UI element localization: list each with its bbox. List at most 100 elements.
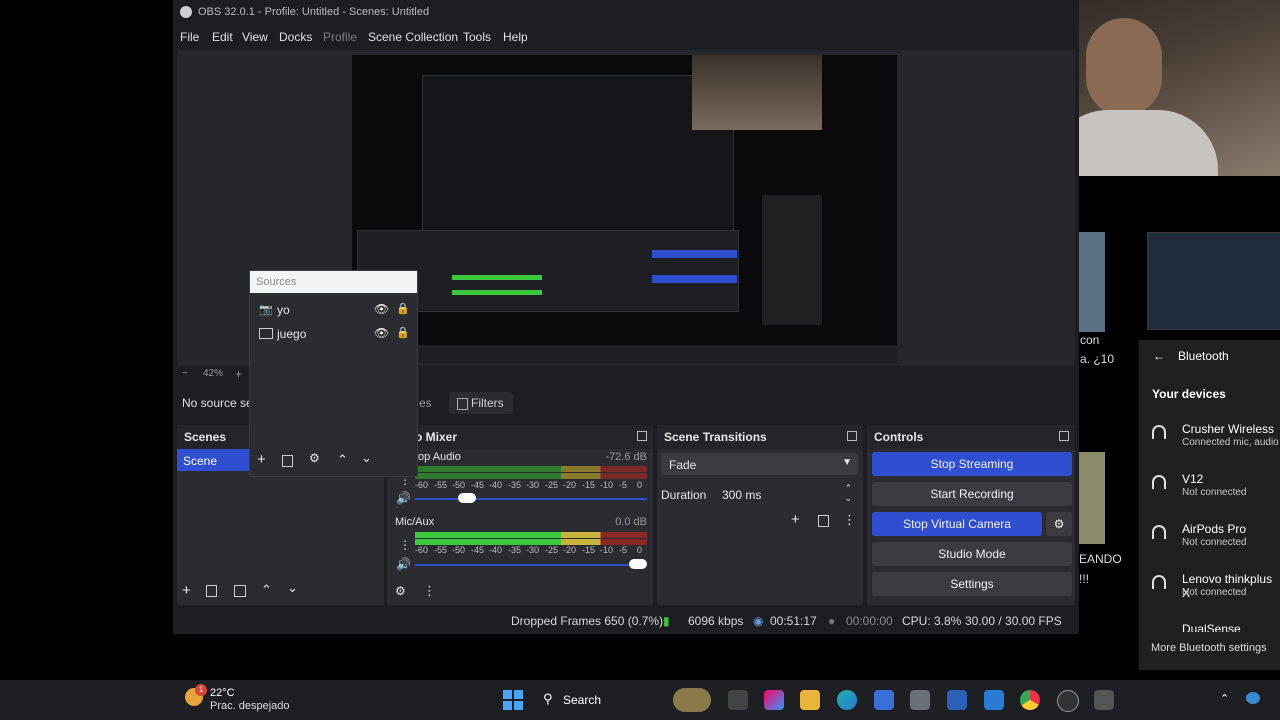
device-crusher[interactable]: Crusher Wireless Connected mic, audio [1139,422,1280,462]
zoom-out-button[interactable]: − [182,368,188,379]
mixer-header: o Mixer [387,425,653,449]
search-highlight-image [673,688,711,712]
bg-thumbnail-mid [1079,452,1105,544]
meter-tick-label: -45 [471,480,485,490]
transition-menu-icon[interactable]: ⋮ [843,512,856,528]
stop-streaming-button[interactable]: Stop Streaming [872,452,1072,476]
start-recording-button[interactable]: Start Recording [872,482,1072,506]
store-icon[interactable] [874,690,894,710]
file-explorer-icon[interactable] [800,690,820,710]
remove-transition-button[interactable] [818,515,829,527]
search-icon: ⚲ [543,691,553,706]
nested-meter-2 [452,290,542,295]
add-source-button[interactable]: + [257,451,266,468]
source-item-juego[interactable]: juego 👁 🔒 [250,323,417,345]
meter-tick-label: -45 [471,545,485,555]
settings-button[interactable]: Settings [872,572,1072,596]
mixer-undock-icon[interactable] [637,431,647,441]
meter-tick-label: -30 [526,545,540,555]
filter-scene-button[interactable] [234,585,246,597]
back-arrow-icon[interactable]: ← [1153,349,1165,363]
menu-help[interactable]: Help [503,30,528,44]
mic-ticks: -60 -55 -50 -45 -40 -35 -30 -25 -20 -15 -10 -5 0 [415,545,647,557]
studio-mode-button[interactable]: Studio Mode [872,542,1072,566]
transitions-title: Scene Transitions [664,430,767,444]
stream-time: 00:51:17 [770,614,817,628]
signal-icon: ▮ [663,614,670,628]
meter-tick-label: 0 [637,480,643,490]
properties-button[interactable]: es [419,396,432,410]
menu-scene-collection[interactable]: Scene Collection [368,30,458,44]
status-bar: Dropped Frames 650 (0.7%) ▮ 6096 kbps ◉ … [173,608,1079,634]
remove-source-button[interactable] [282,455,293,467]
network-icon[interactable] [1246,692,1260,704]
mic-menu-icon[interactable]: ⋮ [399,538,411,552]
device-status: Not connected [1182,537,1247,548]
remove-scene-button[interactable] [206,585,217,597]
duration-input[interactable]: 300 ms ⌃ ⌄ [717,483,858,505]
move-scene-down-button[interactable]: ⌄ [287,580,298,596]
source-item-yo[interactable]: 📷 yo 👁 🔒 [250,299,417,321]
add-transition-button[interactable]: + [791,511,800,528]
tray-chevron-icon[interactable]: ⌃ [1220,692,1229,705]
desktop-meter [415,466,647,472]
mic-speaker-icon[interactable]: 🔊 [396,557,411,571]
controls-header: Controls [867,425,1075,449]
device-lenovo[interactable]: Lenovo thinkplus X Not connected [1139,572,1280,612]
lock-icon[interactable]: 🔒 [396,302,410,315]
bg-text-endo: EANDO [1079,552,1122,566]
settings-taskbar-icon[interactable] [1094,690,1114,710]
menu-docks[interactable]: Docks [279,30,312,44]
eye-icon[interactable]: 👁 [374,302,389,316]
virtual-camera-settings-button[interactable]: ⚙ [1046,512,1072,536]
devices-heading: Your devices [1152,387,1226,401]
menu-profile[interactable]: Profile [323,30,357,44]
menu-file[interactable]: File [180,30,199,44]
transitions-undock-icon[interactable] [847,431,857,441]
controls-undock-icon[interactable] [1059,431,1069,441]
device-airpods[interactable]: AirPods Pro Not connected [1139,522,1280,562]
copilot-icon[interactable] [764,690,784,710]
menu-edit[interactable]: Edit [212,30,233,44]
more-bluetooth-settings-link[interactable]: More Bluetooth settings [1151,642,1267,654]
move-source-up-button[interactable]: ⌃ [337,452,348,468]
mixer-menu-icon[interactable]: ⋮ [423,583,436,599]
obs-taskbar-icon[interactable] [1057,690,1079,712]
desktop-volume-slider[interactable] [458,493,476,503]
device-v12[interactable]: V12 Not connected [1139,472,1280,512]
headphones-icon [1152,475,1166,489]
move-scene-up-button[interactable]: ⌃ [261,582,272,598]
scenes-title: Scenes [184,430,227,444]
headphones-icon [1152,525,1166,539]
desktop-speaker-icon[interactable]: 🔊 [396,491,411,505]
source-settings-icon[interactable]: ⚙ [309,451,320,465]
search-box[interactable]: ⚲ Search [533,688,713,712]
start-button[interactable] [503,690,523,710]
meter-tick-label: -40 [489,480,503,490]
mixer-settings-icon[interactable]: ⚙ [395,584,406,598]
chrome-icon[interactable] [1020,690,1040,710]
eye-icon[interactable]: 👁 [374,326,389,340]
menu-view[interactable]: View [242,30,268,44]
transition-select[interactable]: Fade ▼ [661,453,858,475]
channel-desktop-name: top Audio [415,451,461,463]
app-icon-2[interactable] [947,690,967,710]
lock-icon[interactable]: 🔒 [396,326,410,339]
task-view-icon[interactable] [728,690,748,710]
bluetooth-title: Bluetooth [1178,349,1229,363]
fps: 30.00 / 30.00 FPS [965,614,1062,628]
zoom-in-button[interactable]: + [235,367,242,381]
duration-down-icon[interactable]: ⌄ [844,493,852,504]
app-icon-1[interactable] [910,690,930,710]
menu-tools[interactable]: Tools [463,30,491,44]
move-source-down-button[interactable]: ⌄ [361,450,372,466]
filters-button[interactable]: Filters [449,392,513,414]
add-scene-button[interactable]: + [182,582,191,599]
mic-volume-slider[interactable] [629,559,647,569]
edge-icon[interactable] [837,690,857,710]
device-dualsense[interactable]: DualSense Wireless [1139,622,1280,632]
stop-virtual-camera-button[interactable]: Stop Virtual Camera [872,512,1042,536]
transitions-header: Scene Transitions [657,425,863,449]
app-icon-3[interactable] [984,690,1004,710]
transition-value: Fade [669,458,697,472]
